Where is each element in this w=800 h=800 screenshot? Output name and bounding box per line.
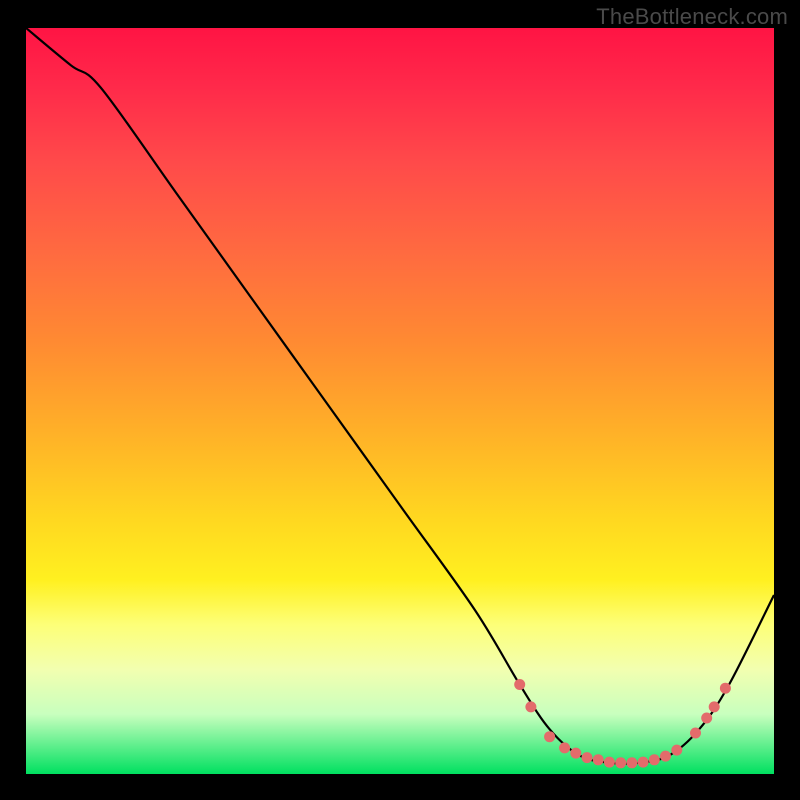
highlight-dot	[649, 754, 660, 765]
highlight-dot	[660, 751, 671, 762]
highlight-dot	[604, 757, 615, 768]
highlight-dot	[559, 742, 570, 753]
highlight-dot	[570, 748, 581, 759]
highlight-dot	[671, 745, 682, 756]
highlight-dot	[690, 728, 701, 739]
highlight-dot	[593, 754, 604, 765]
highlight-dot	[514, 679, 525, 690]
highlight-dot	[615, 757, 626, 768]
highlight-dot	[638, 757, 649, 768]
highlight-dot	[525, 701, 536, 712]
highlight-dots	[514, 679, 731, 768]
highlight-dot	[720, 683, 731, 694]
highlight-dot	[626, 757, 637, 768]
plot-area	[26, 28, 774, 774]
highlight-dot	[709, 701, 720, 712]
watermark-text: TheBottleneck.com	[596, 4, 788, 30]
highlight-dot	[544, 731, 555, 742]
chart-frame: TheBottleneck.com	[0, 0, 800, 800]
curve-layer	[26, 28, 774, 774]
bottleneck-curve	[26, 28, 774, 764]
highlight-dot	[582, 752, 593, 763]
highlight-dot	[701, 713, 712, 724]
curve-line	[26, 28, 774, 764]
